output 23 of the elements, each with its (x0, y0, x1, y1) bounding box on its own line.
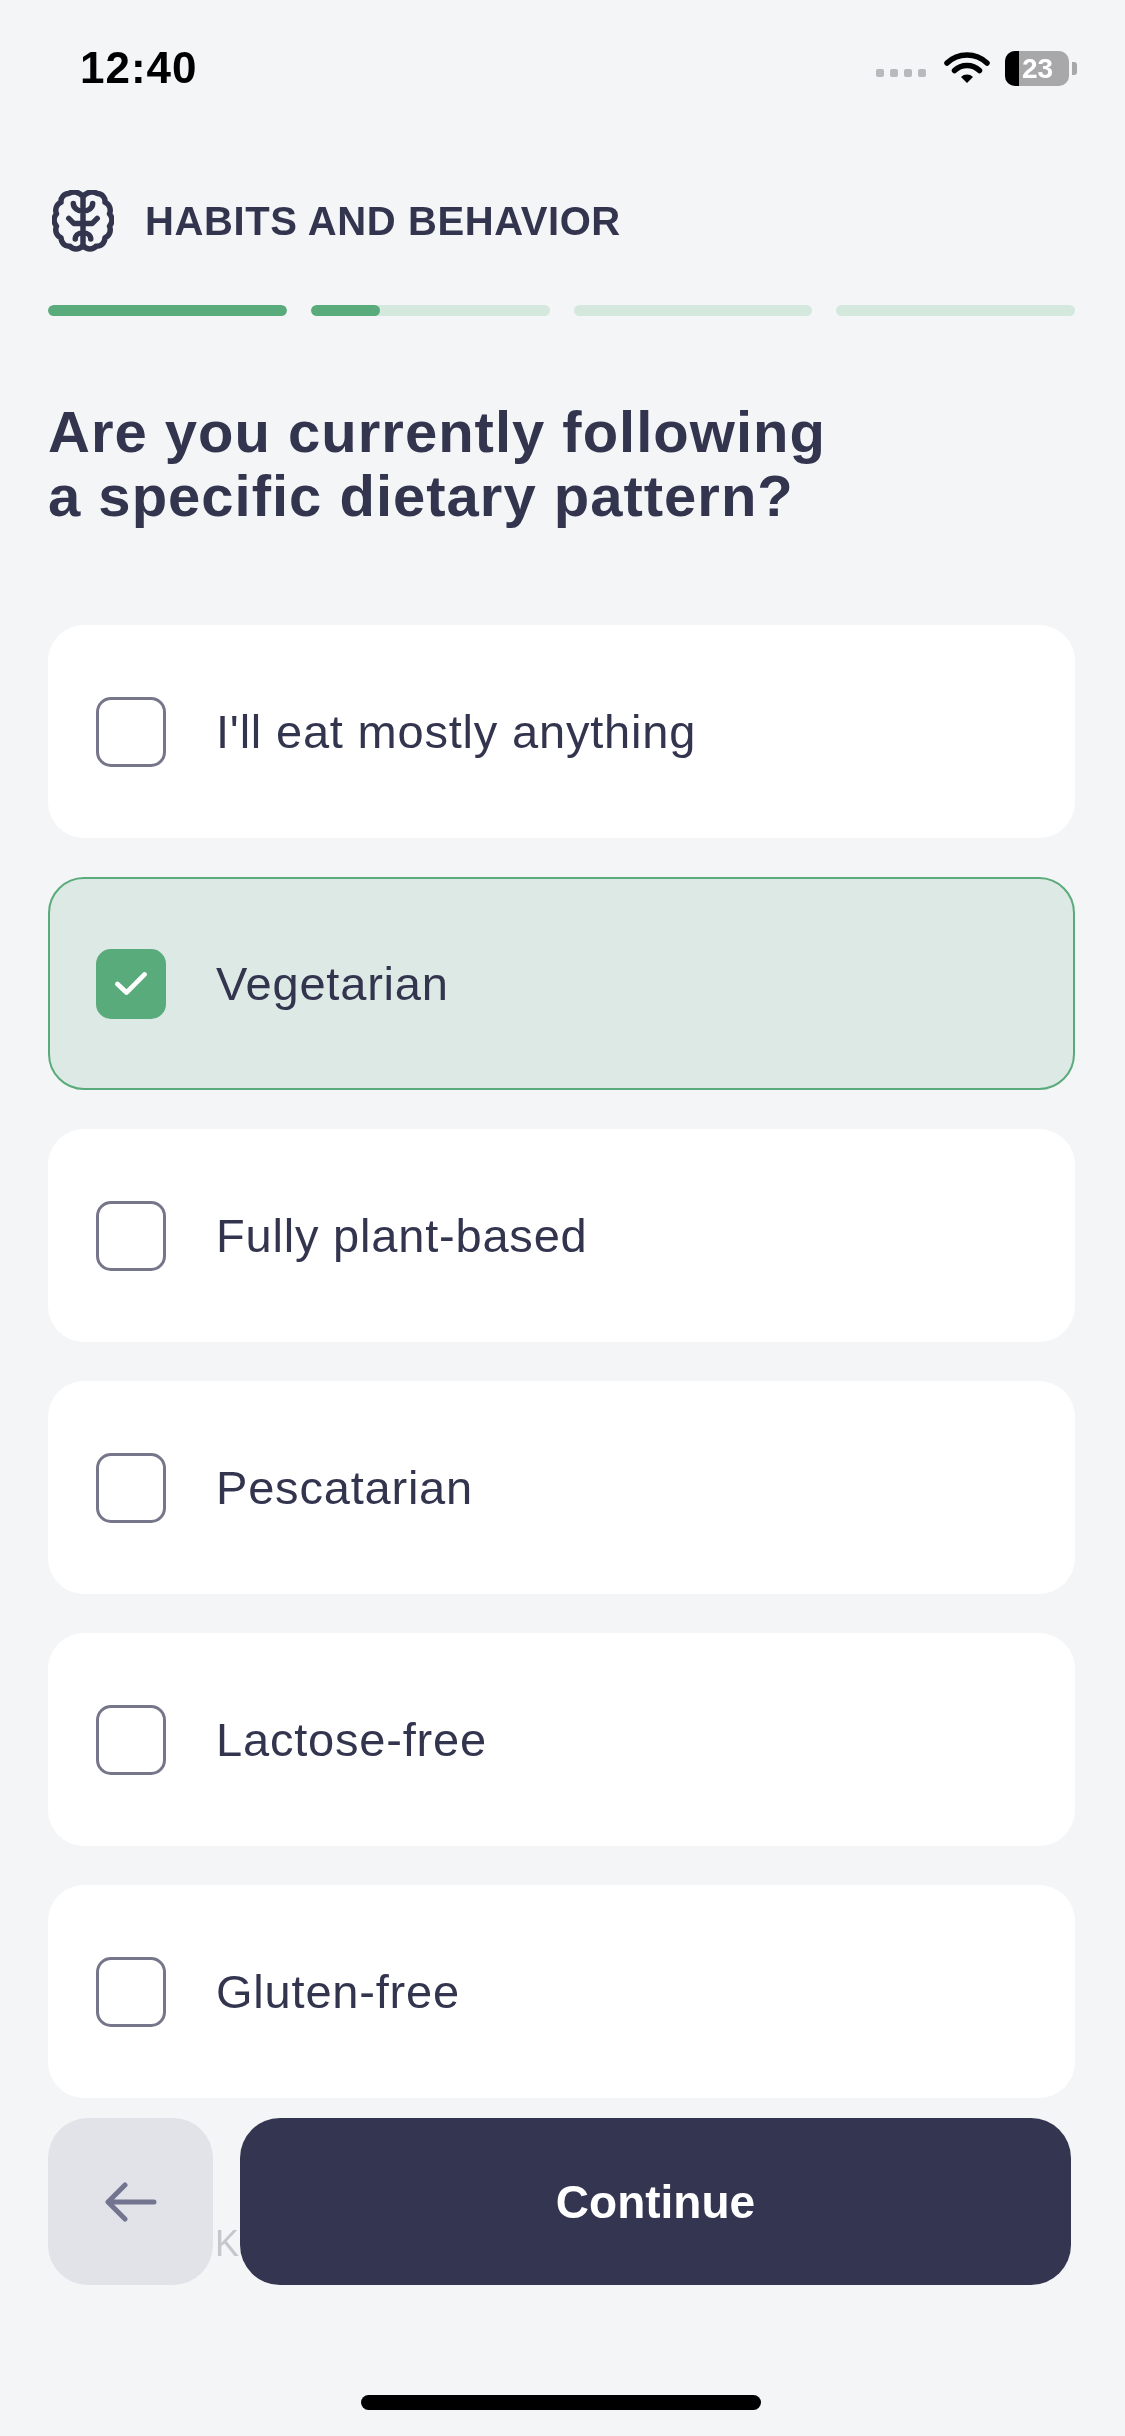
checkbox[interactable] (96, 1956, 166, 2027)
status-time: 12:40 (80, 43, 198, 93)
option-card[interactable]: Pescatarian (48, 1381, 1075, 1594)
checkbox[interactable] (96, 1704, 166, 1775)
back-arrow-icon (104, 2181, 157, 2222)
option-card[interactable]: Vegetarian (48, 877, 1075, 1090)
question-title: Are you currently following a specific dietary pattern? (48, 400, 827, 528)
section-title: HABITS AND BEHAVIOR (145, 198, 621, 244)
option-card[interactable]: Gluten-free (48, 1885, 1075, 2098)
battery-icon (1005, 50, 1077, 86)
checkbox[interactable] (96, 1200, 166, 1271)
checkbox[interactable] (96, 696, 166, 767)
wifi-icon (944, 52, 990, 84)
option-card[interactable]: Lactose-free (48, 1633, 1075, 1846)
continue-button[interactable]: Continue (240, 2118, 1071, 2285)
checkbox[interactable] (96, 1452, 166, 1523)
check-icon (114, 971, 148, 996)
brain-icon (52, 190, 114, 252)
option-card[interactable]: I'll eat mostly anything (48, 625, 1075, 838)
battery-percentage: 23 (1022, 53, 1054, 84)
checkbox[interactable] (96, 948, 166, 1019)
signal-dots-icon (876, 68, 926, 78)
option-card[interactable]: Fully plant-based (48, 1129, 1075, 1342)
